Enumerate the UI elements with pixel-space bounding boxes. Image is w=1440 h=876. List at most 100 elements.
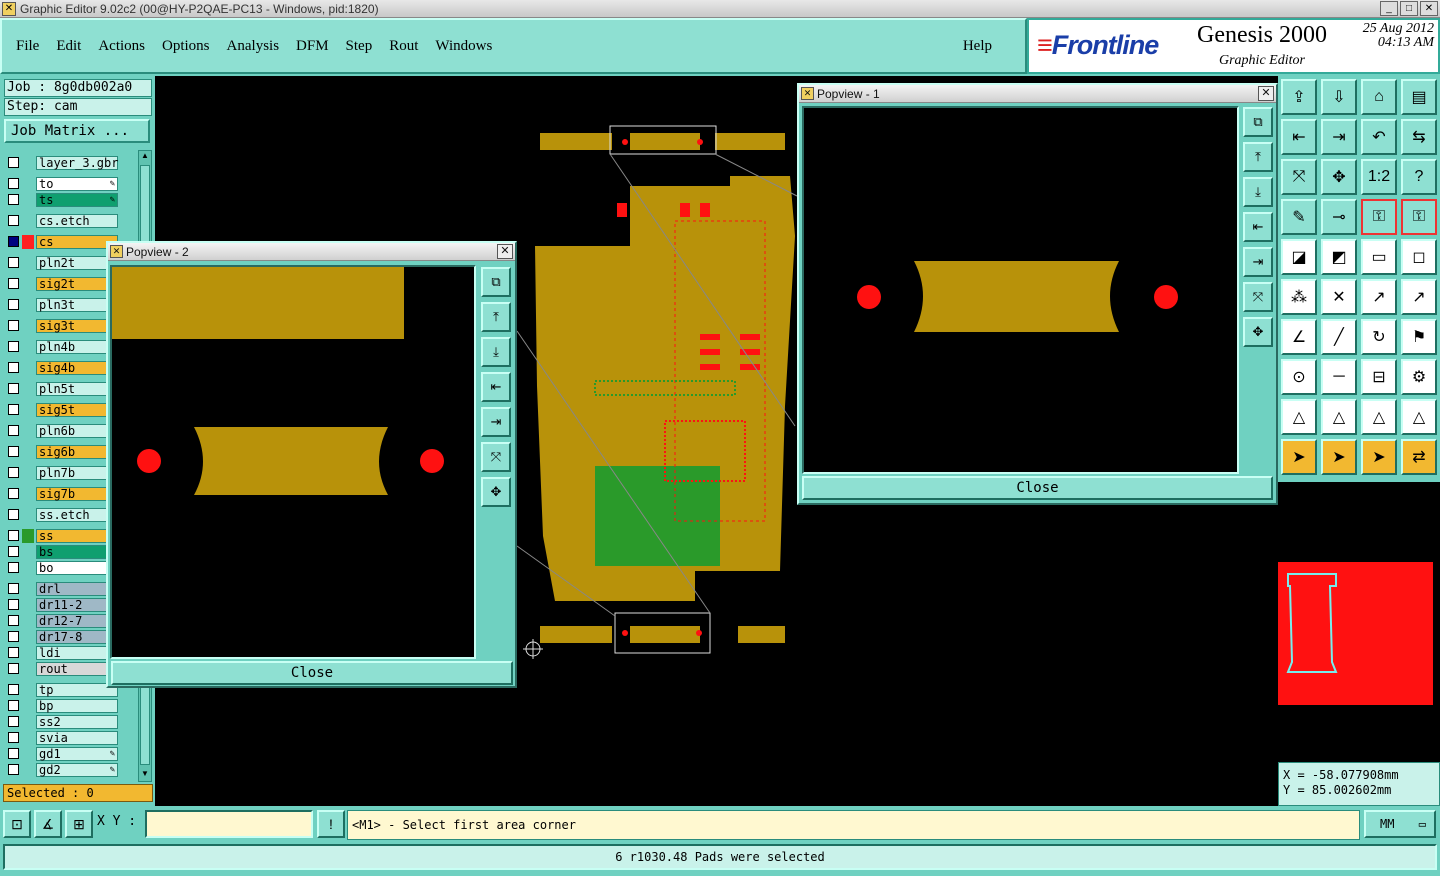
menu-file[interactable]: File [16,38,39,55]
layer-name[interactable]: ts ✎ [36,192,118,207]
layer-color-box[interactable] [22,277,34,291]
layer-checkbox[interactable] [8,732,19,743]
pv1-pan-left-icon[interactable]: ⇤ [1243,212,1273,242]
menu-rout[interactable]: Rout [389,38,418,55]
layer-row-bp[interactable]: bp [4,698,124,713]
menu-actions[interactable]: Actions [98,38,145,55]
layer-color-box[interactable] [22,403,34,417]
layer-color-box[interactable] [22,582,34,596]
flag-icon[interactable]: ⚑ [1401,319,1437,355]
pv1-pan-down-icon[interactable]: ⤓ [1243,177,1273,207]
pv1-zoom-home-icon[interactable]: ✥ [1243,317,1273,347]
pv2-zoom-home-icon[interactable]: ✥ [481,477,511,507]
layer-color-box[interactable] [22,466,34,480]
zoom-home-icon[interactable]: ✥ [1321,159,1357,195]
gear-icon[interactable]: ⚙ [1401,359,1437,395]
layer-row-ts[interactable]: ts ✎ [4,192,124,207]
layer-color-box[interactable] [22,214,34,228]
popview-1-view[interactable] [802,106,1239,474]
layer-checkbox[interactable] [8,647,19,658]
pv1-pan-up-icon[interactable]: ⤒ [1243,142,1273,172]
connect-icon[interactable]: ⇄ [1401,439,1437,475]
popview-1-close-button[interactable]: Close [802,476,1273,500]
layer-name[interactable]: layer_3.gbr [36,155,118,170]
save-icon[interactable]: ⇩ [1321,79,1357,115]
layer-checkbox[interactable] [8,383,19,394]
layer-color-box[interactable] [22,646,34,660]
cursor3-icon[interactable]: ➤ [1361,439,1397,475]
layer-color-box[interactable] [22,424,34,438]
xy-input[interactable] [145,810,313,838]
tri-icon[interactable]: △ [1281,399,1317,435]
layer-color-box[interactable] [22,319,34,333]
layer-checkbox[interactable] [8,562,19,573]
menu-edit[interactable]: Edit [56,38,81,55]
layer-checkbox[interactable] [8,446,19,457]
menu-dfm[interactable]: DFM [296,38,329,55]
menu-help[interactable]: Help [963,38,992,55]
layer-row-to[interactable]: to ✎ [4,176,124,191]
layer-name[interactable]: to ✎ [36,176,118,191]
warning-icon[interactable]: ! [317,810,345,838]
layer-row-cs-etch[interactable]: cs.etch [4,213,124,228]
dot-icon[interactable]: ⊙ [1281,359,1317,395]
area-select-icon[interactable]: ⊡ [3,810,31,838]
layer-row-gd2[interactable]: gd2 ✎ [4,762,124,777]
pv2-pan-up-icon[interactable]: ⤒ [481,302,511,332]
arrow-icon[interactable]: ↗ [1361,279,1397,315]
layer-checkbox[interactable] [8,631,19,642]
layer-color-box[interactable] [22,177,34,191]
angle-snap-icon[interactable]: ∡ [34,810,62,838]
layer-row-layer-3-gbr[interactable]: layer_3.gbr [4,155,124,170]
pv1-zoom-fit-icon[interactable]: ⤧ [1243,282,1273,312]
layer-color-box[interactable] [22,598,34,612]
layer-color-box[interactable] [22,747,34,761]
layer-checkbox[interactable] [8,320,19,331]
tri3-icon[interactable]: △ [1361,399,1397,435]
layer-name[interactable]: ss2 [36,714,118,729]
layer-checkbox[interactable] [8,362,19,373]
popview-2-titlebar[interactable]: ✕ Popview - 2 ✕ [108,243,515,261]
tri2-icon[interactable]: △ [1321,399,1357,435]
menu-windows[interactable]: Windows [435,38,492,55]
layer-row-gd1[interactable]: gd1 ✎ [4,746,124,761]
layer-checkbox[interactable] [8,764,19,775]
pv1-pan-right-icon[interactable]: ⇥ [1243,247,1273,277]
layer-checkbox[interactable] [8,530,19,541]
popview-2-close-icon[interactable]: ✕ [497,244,513,259]
scale-icon[interactable]: 1:2 [1361,159,1397,195]
menu-analysis[interactable]: Analysis [227,38,280,55]
close-window-button[interactable]: ✕ [1420,1,1438,16]
layer-checkbox[interactable] [8,341,19,352]
layer-name[interactable]: cs.etch [36,213,118,228]
popview-2-view[interactable] [110,265,476,659]
undo-icon[interactable]: ↶ [1361,119,1397,155]
job-matrix-button[interactable]: Job Matrix ... [4,119,150,143]
layer-name[interactable]: gd1 ✎ [36,746,118,761]
layer-color-box[interactable] [22,156,34,170]
layer-checkbox[interactable] [8,257,19,268]
pv2-zoom-fit-icon[interactable]: ⤧ [481,442,511,472]
layer-color-box[interactable] [22,487,34,501]
layer-color-box[interactable] [22,361,34,375]
layer-name[interactable]: gd2 ✎ [36,762,118,777]
layer-checkbox[interactable] [8,748,19,759]
pv1-zoom-window-icon[interactable]: ⧉ [1243,107,1273,137]
layer-checkbox[interactable] [8,194,19,205]
layer-color-box[interactable] [22,715,34,729]
import-icon[interactable]: ⇤ [1281,119,1317,155]
angle-icon[interactable]: ∠ [1281,319,1317,355]
snap2-icon[interactable]: ⚿ [1401,199,1437,235]
layer-checkbox[interactable] [8,236,19,247]
layer-checkbox[interactable] [8,546,19,557]
popview-2-close-button[interactable]: Close [111,661,513,685]
tri4-icon[interactable]: △ [1401,399,1437,435]
layer-color-box[interactable] [22,662,34,676]
measure-icon[interactable]: ⊸ [1321,199,1357,235]
snap-icon[interactable]: ⚿ [1361,199,1397,235]
layer-checkbox[interactable] [8,404,19,415]
arrow2-icon[interactable]: ↗ [1401,279,1437,315]
minimize-button[interactable]: _ [1380,1,1398,16]
ruler-icon[interactable]: ▭ [1361,239,1397,275]
layer-checkbox[interactable] [8,278,19,289]
